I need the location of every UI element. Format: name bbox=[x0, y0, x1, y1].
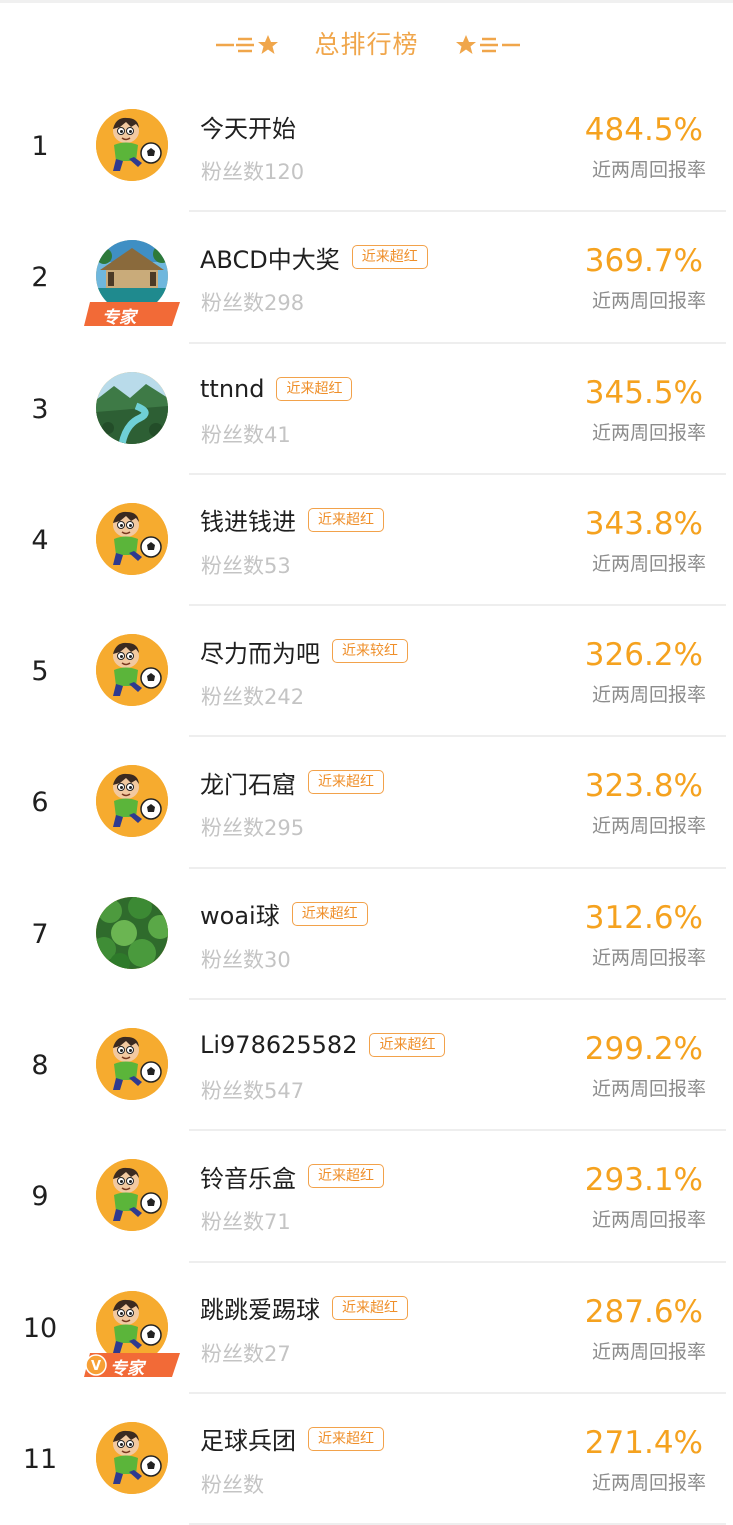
user-name[interactable]: 今天开始 bbox=[200, 109, 296, 144]
return-rate: 299.2% bbox=[584, 1031, 703, 1068]
leaderboard-row[interactable]: 6 龙门石窟 近来超红 粉丝数295 323.8% 近两周回报率 bbox=[0, 737, 733, 869]
return-rate-label: 近两周回报率 bbox=[591, 421, 706, 444]
return-rate-label: 近两周回报率 bbox=[591, 1209, 706, 1232]
return-rate-label: 近两周回报率 bbox=[591, 552, 706, 575]
ranking-list: 1 今天开始 粉丝数120 484.5% 近两周回报率 2 专家 ABCD中大奖 近来超红 粉丝数… bbox=[0, 81, 733, 1525]
fans-count: 粉丝数242 bbox=[201, 685, 305, 710]
user-name[interactable]: 龙门石窟 bbox=[200, 765, 296, 800]
leaderboard-row[interactable]: 3 ttnnd 近来超红粉丝数41 345.5% 近两周回报率 bbox=[0, 344, 733, 475]
user-name[interactable]: ABCD中大奖 bbox=[200, 240, 340, 275]
user-name[interactable]: 钱进钱进 bbox=[200, 502, 296, 537]
return-rate: 293.1% bbox=[584, 1162, 703, 1199]
leaderboard-header: 总排行榜 bbox=[0, 22, 733, 68]
hot-tag: 近来超红 bbox=[351, 245, 428, 270]
hot-tag: 近来超红 bbox=[308, 770, 384, 795]
fans-count: 粉丝数53 bbox=[201, 553, 291, 578]
rank-number: 10 bbox=[22, 1312, 58, 1344]
rank-number: 6 bbox=[31, 787, 49, 819]
hot-tag: 近来超红 bbox=[308, 1164, 384, 1189]
return-rate-label: 近两周回报率 bbox=[591, 1078, 706, 1101]
fans-count: 粉丝数295 bbox=[201, 816, 305, 841]
hot-tag: 近来超红 bbox=[308, 507, 384, 532]
return-rate: 345.5% bbox=[584, 374, 703, 411]
return-rate-label: 近两周回报率 bbox=[591, 815, 706, 838]
hot-tag: 近来超红 bbox=[276, 376, 353, 401]
user-avatar[interactable] bbox=[96, 502, 168, 575]
return-rate: 312.6% bbox=[584, 899, 703, 936]
hot-tag: 近来超红 bbox=[291, 901, 368, 926]
rank-number: 1 bbox=[31, 131, 49, 162]
user-avatar[interactable] bbox=[96, 765, 168, 838]
header-right-decoration-icon bbox=[456, 22, 522, 68]
return-rate-label: 近两周回报率 bbox=[591, 946, 706, 969]
hot-tag: 近来超红 bbox=[332, 1295, 408, 1320]
leaderboard-row[interactable]: 8 Li978625582 近来超红粉丝数547 299.2% 近两周回报率 bbox=[0, 1000, 733, 1132]
return-rate: 343.8% bbox=[584, 505, 703, 542]
fans-count: 粉丝数71 bbox=[201, 1210, 291, 1235]
user-avatar[interactable] bbox=[96, 634, 168, 707]
leaderboard-row[interactable]: 1 今天开始粉丝数120 484.5% 近两周回报率 bbox=[0, 81, 733, 213]
hot-tag: 近来超红 bbox=[369, 1033, 446, 1058]
user-name[interactable]: 尽力而为吧 bbox=[200, 634, 320, 669]
rank-number: 5 bbox=[31, 656, 49, 688]
fans-count: 粉丝数30 bbox=[201, 947, 291, 972]
rank-number: 8 bbox=[31, 1050, 49, 1082]
hot-tag: 近来超红 bbox=[308, 1426, 384, 1451]
user-avatar[interactable] bbox=[96, 1421, 168, 1494]
rank-number: 11 bbox=[22, 1443, 58, 1475]
rank-number: 2 bbox=[31, 262, 49, 294]
user-avatar[interactable] bbox=[96, 371, 168, 444]
return-rate-label: 近两周回报率 bbox=[591, 159, 706, 181]
leaderboard-row[interactable]: 9 铃音乐盒 近来超红 粉丝数71 293.1% 近两周回报率 bbox=[0, 1131, 733, 1263]
expert-badge: 专家 bbox=[84, 300, 180, 328]
user-avatar[interactable] bbox=[96, 896, 168, 969]
user-name[interactable]: 足球兵团 bbox=[200, 1421, 296, 1456]
rank-number: 7 bbox=[31, 918, 49, 950]
fans-count: 粉丝数298 bbox=[201, 291, 305, 316]
user-name[interactable]: 铃音乐盒 bbox=[200, 1159, 296, 1194]
user-avatar[interactable] bbox=[96, 1028, 168, 1101]
user-name[interactable]: woai球 bbox=[200, 896, 280, 931]
leaderboard-row[interactable]: 2 专家 ABCD中大奖 近来超红粉丝数298 369.7% 近两周回报率 bbox=[0, 212, 733, 344]
leaderboard-row[interactable]: 4 钱进钱进 近来超红 粉丝数53 343.8% 近两周回报率 bbox=[0, 475, 733, 607]
return-rate: 484.5% bbox=[584, 112, 703, 148]
fans-count: 粉丝数547 bbox=[201, 1079, 305, 1104]
leaderboard-row[interactable]: 5 尽力而为吧 近来较红粉丝数242 326.2% 近两周回报率 bbox=[0, 606, 733, 738]
return-rate: 323.8% bbox=[584, 768, 703, 805]
fans-count: 粉丝数41 bbox=[201, 422, 291, 447]
rank-number: 3 bbox=[31, 393, 49, 425]
return-rate-label: 近两周回报率 bbox=[591, 1471, 706, 1494]
fans-count: 粉丝数 bbox=[201, 1472, 264, 1497]
expert-badge-label: 专家 bbox=[102, 308, 136, 329]
top-divider bbox=[0, 0, 733, 3]
page-title: 总排行榜 bbox=[314, 30, 419, 59]
fans-count: 粉丝数27 bbox=[201, 1341, 291, 1366]
leaderboard-row[interactable]: 7 woai球 近来超红 粉丝数30 312.6% 近两周回报率 bbox=[0, 869, 733, 1001]
return-rate: 287.6% bbox=[584, 1293, 703, 1330]
leaderboard-row[interactable]: 11 足球兵团 近来超红 粉丝数 271.4% 近两周回报率 bbox=[0, 1394, 733, 1525]
user-name[interactable]: Li978625582 bbox=[200, 1031, 357, 1059]
user-name[interactable]: ttnnd bbox=[200, 375, 264, 403]
fans-count: 粉丝数120 bbox=[201, 160, 305, 184]
hot-tag: 近来较红 bbox=[332, 639, 408, 664]
user-name[interactable]: 跳跳爱踢球 bbox=[200, 1290, 320, 1325]
return-rate: 326.2% bbox=[584, 637, 703, 674]
return-rate-label: 近两周回报率 bbox=[591, 1340, 706, 1363]
rank-number: 4 bbox=[31, 524, 49, 556]
return-rate-label: 近两周回报率 bbox=[591, 684, 706, 707]
return-rate-label: 近两周回报率 bbox=[591, 290, 706, 313]
leaderboard-row[interactable]: 10 VV专家专家跳跳爱踢球近来超红粉丝数27 287.6% 近两周回报率 bbox=[0, 1263, 733, 1394]
expert-badge-text: 专家 bbox=[110, 1358, 144, 1379]
user-avatar[interactable] bbox=[96, 1159, 168, 1232]
user-avatar[interactable] bbox=[96, 109, 168, 181]
rank-number: 9 bbox=[31, 1181, 49, 1213]
expert-badge: VV专家专家 bbox=[84, 1351, 180, 1379]
return-rate: 369.7% bbox=[584, 243, 703, 280]
